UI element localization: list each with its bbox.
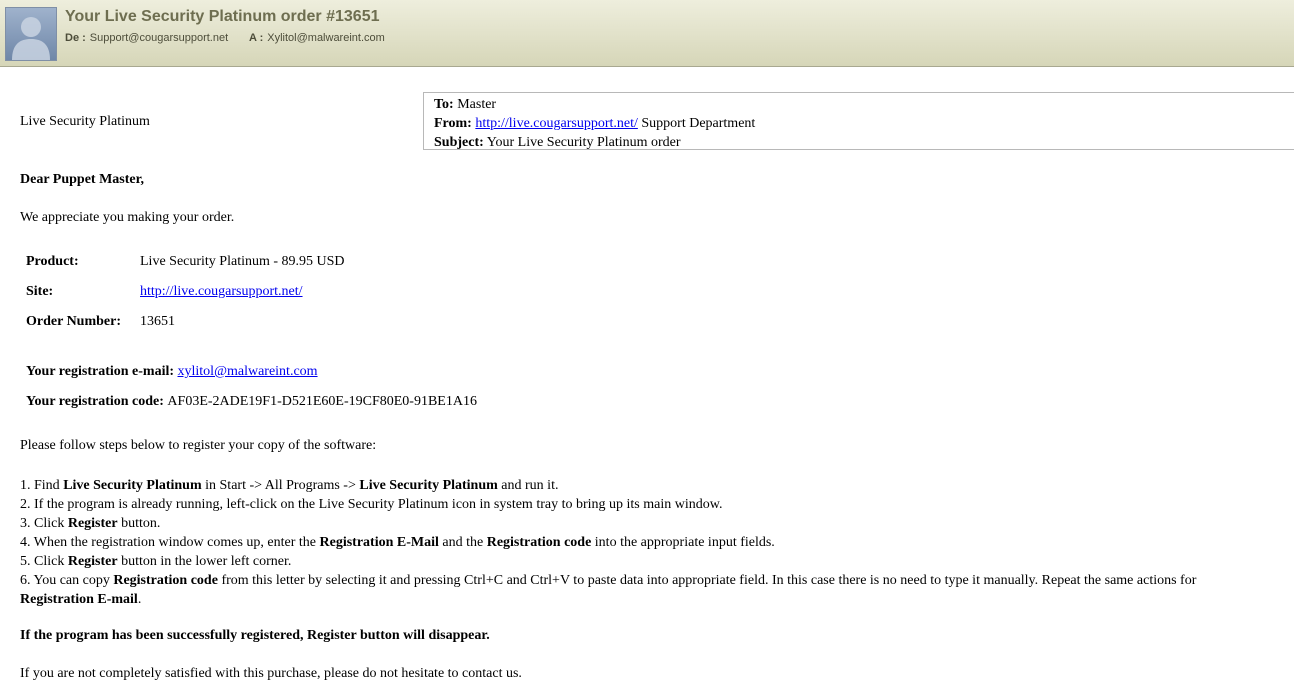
- registration-email-label: Your registration e-mail:: [26, 364, 175, 379]
- to-label: A :: [249, 32, 264, 44]
- step-5-end: button in the lower left corner.: [117, 554, 292, 569]
- info-from-link[interactable]: http://live.cougarsupport.net/: [475, 116, 638, 131]
- registration-email-link[interactable]: xylitol@malwareint.com: [178, 364, 318, 379]
- info-to-value: Master: [457, 97, 497, 112]
- order-number-value: 13651: [140, 314, 175, 329]
- step-6: 6. You can copy Registration code from t…: [20, 571, 1294, 590]
- step-3-end: button.: [117, 516, 161, 531]
- thanks-text: We appreciate you making your order.: [20, 210, 235, 225]
- step-3: 3. Click Register button.: [20, 514, 1294, 533]
- info-subject-row: Subject: Your Live Security Platinum ord…: [434, 133, 1284, 152]
- step-1: 1. Find Live Security Platinum in Start …: [20, 476, 1294, 495]
- recipient-address[interactable]: Xylitol@malwareint.com: [267, 32, 385, 44]
- brand-name: Live Security Platinum: [20, 114, 150, 129]
- step-4-code: Registration code: [486, 535, 592, 550]
- info-to-row: To: Master: [434, 95, 1284, 114]
- from-label: De :: [65, 32, 86, 44]
- step-4-text: 4. When the registration window comes up…: [20, 535, 320, 550]
- email-subject: Your Live Security Platinum order #13651: [65, 8, 380, 25]
- product-label: Product:: [26, 254, 79, 269]
- step-4: 4. When the registration window comes up…: [20, 533, 1294, 552]
- step-1-end: and run it.: [497, 478, 559, 493]
- step-5-register: Register: [67, 554, 118, 569]
- sender-address[interactable]: Support@cougarsupport.net: [90, 32, 228, 44]
- user-silhouette-icon[interactable]: [5, 7, 57, 61]
- site-link[interactable]: http://live.cougarsupport.net/: [140, 284, 303, 300]
- steps-intro: Please follow steps below to register yo…: [20, 438, 377, 453]
- recipient-info: A : Xylitol@malwareint.com: [249, 32, 385, 44]
- step-4-end: into the appropriate input fields.: [591, 535, 775, 550]
- step-5: 5. Click Register button in the lower le…: [20, 552, 1294, 571]
- info-subject-label: Subject:: [434, 135, 484, 150]
- registration-code-label: Your registration code:: [26, 394, 164, 409]
- step-3-text: 3. Click: [20, 516, 68, 531]
- step-1-product-2: Live Security Platinum: [359, 478, 498, 493]
- greeting: Dear Puppet Master,: [20, 172, 145, 187]
- email-header: Your Live Security Platinum order #13651…: [0, 0, 1294, 67]
- step-4-email: Registration E-Mail: [319, 535, 439, 550]
- registration-code-row: Your registration code: AF03E-2ADE19F1-D…: [26, 394, 477, 410]
- success-note: If the program has been successfully reg…: [20, 628, 490, 643]
- registration-steps: 1. Find Live Security Platinum in Start …: [20, 476, 1294, 609]
- step-2: 2. If the program is already running, le…: [20, 497, 723, 512]
- step-5-text: 5. Click: [20, 554, 68, 569]
- registration-code-value[interactable]: AF03E-2ADE19F1-D521E60E-19CF80E0-91BE1A1…: [167, 394, 477, 409]
- info-subject-value: Your Live Security Platinum order: [486, 135, 681, 150]
- info-from-row: From: http://live.cougarsupport.net/ Sup…: [434, 114, 1284, 133]
- site-label: Site:: [26, 284, 54, 299]
- info-from-label: From:: [434, 116, 472, 131]
- info-to-label: To:: [434, 97, 454, 112]
- step-6-middle: from this letter by selecting it and pre…: [217, 573, 1197, 588]
- message-info-box: To: Master From: http://live.cougarsuppo…: [423, 92, 1294, 150]
- sender-info: De : Support@cougarsupport.net: [65, 32, 228, 44]
- registration-email-row: Your registration e-mail: xylitol@malwar…: [26, 364, 318, 380]
- order-number-label: Order Number:: [26, 314, 121, 329]
- step-6-code: Registration code: [113, 573, 218, 588]
- step-6-end: .: [137, 592, 142, 607]
- info-from-suffix: Support Department: [641, 116, 756, 131]
- step-4-and: and the: [438, 535, 487, 550]
- step-6-email: Registration E-mail: [20, 592, 138, 607]
- closing-text: If you are not completely satisfied with…: [20, 666, 522, 681]
- step-1-text: 1. Find: [20, 478, 64, 493]
- step-3-register: Register: [67, 516, 118, 531]
- step-1-path: in Start -> All Programs ->: [201, 478, 360, 493]
- step-1-product: Live Security Platinum: [63, 478, 202, 493]
- product-value: Live Security Platinum - 89.95 USD: [140, 254, 345, 269]
- step-6-continued: Registration E-mail.: [20, 590, 1294, 609]
- step-6-text: 6. You can copy: [20, 573, 114, 588]
